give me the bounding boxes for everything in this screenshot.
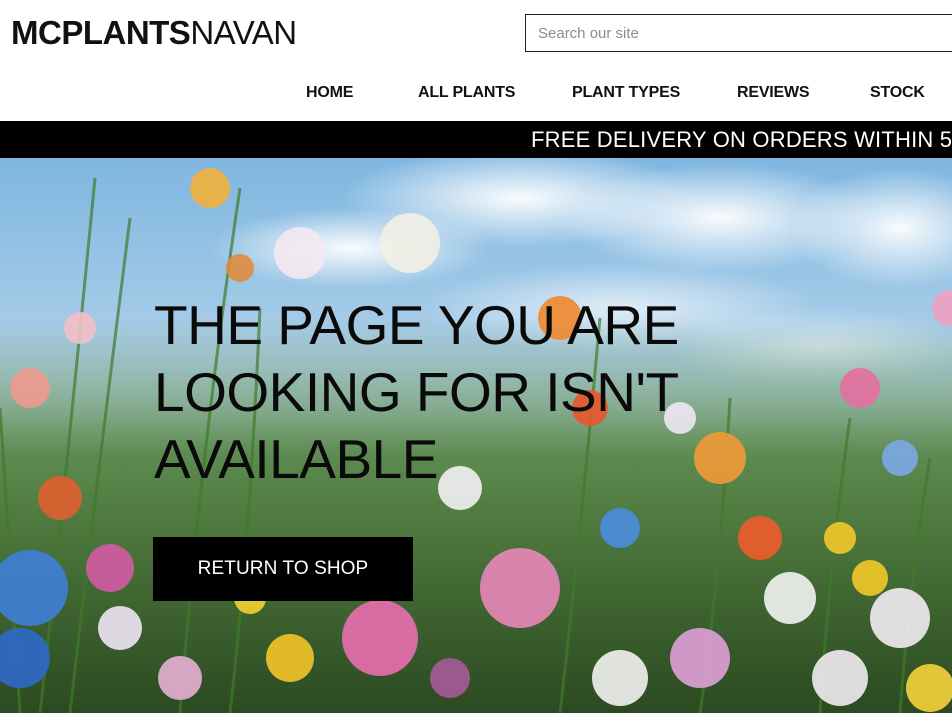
nav-item-plant-types[interactable]: PLANT TYPES: [572, 82, 680, 104]
nav-item-home[interactable]: HOME: [306, 82, 353, 104]
site-header: MCPLANTSNAVAN HOME ALL PLANTS PLANT TYPE…: [0, 0, 952, 121]
return-to-shop-button[interactable]: RETURN TO SHOP: [153, 537, 413, 601]
logo-light-text: NAVAN: [190, 14, 297, 51]
search-input[interactable]: [526, 15, 952, 51]
announcement-text: FREE DELIVERY ON ORDERS WITHIN 5: [531, 127, 952, 152]
logo-bold-text: MCPLANTS: [11, 14, 191, 51]
main-nav: HOME ALL PLANTS PLANT TYPES REVIEWS STOC…: [0, 82, 952, 106]
hero-section: THE PAGE YOU ARE LOOKING FOR ISN'T AVAIL…: [0, 158, 952, 713]
nav-item-reviews[interactable]: REVIEWS: [737, 82, 810, 104]
page-not-found-heading: THE PAGE YOU ARE LOOKING FOR ISN'T AVAIL…: [154, 294, 679, 490]
site-logo[interactable]: MCPLANTSNAVAN: [11, 13, 297, 53]
search-box: [525, 14, 952, 52]
nav-item-all-plants[interactable]: ALL PLANTS: [418, 82, 515, 104]
nav-item-stock[interactable]: STOCK: [870, 82, 925, 104]
announcement-bar: FREE DELIVERY ON ORDERS WITHIN 5: [0, 121, 952, 158]
